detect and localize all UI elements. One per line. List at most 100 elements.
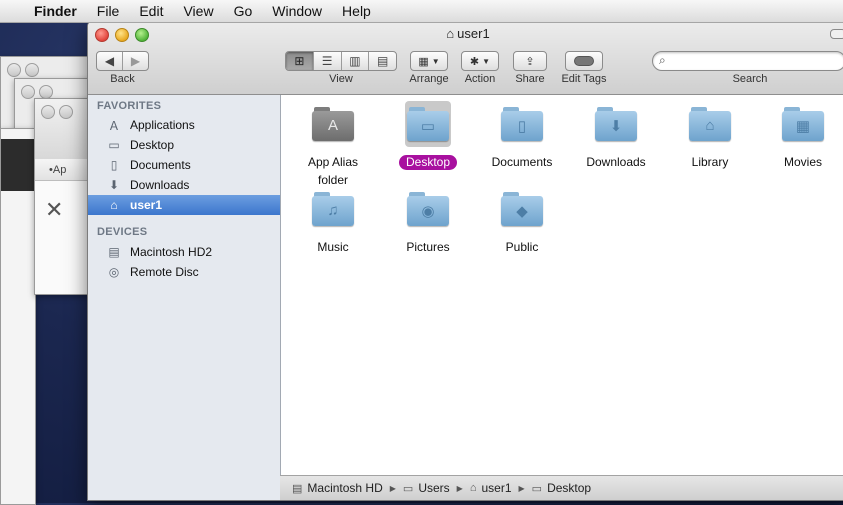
menu-file[interactable]: File — [87, 3, 130, 19]
library-folder-icon: ⌂ — [689, 107, 731, 141]
tag-icon — [574, 56, 594, 66]
sidebar-item-documents[interactable]: ▯ Documents — [88, 155, 280, 175]
folder-icon: ▭ — [531, 482, 543, 495]
sidebar-item-applications[interactable]: Ａ Applications — [88, 115, 280, 135]
file-item-app-alias-folder[interactable]: A App Alias folder — [288, 101, 378, 189]
file-item-documents[interactable]: ▯ Documents — [477, 101, 567, 171]
window-toolbar — [35, 99, 95, 160]
back-forward-control[interactable]: ◀ ▶ — [96, 51, 149, 71]
file-item-music[interactable]: ♫ Music — [288, 186, 378, 256]
back-label: Back — [110, 73, 135, 85]
pictures-folder-icon: ◉ — [407, 192, 449, 226]
downloads-folder-icon: ⬇ — [595, 107, 637, 141]
sidebar-item-desktop[interactable]: ▭ Desktop — [88, 135, 280, 155]
sidebar-item-remote-disc[interactable]: ◎ Remote Disc — [88, 262, 280, 282]
share-button[interactable]: ⇪ — [513, 51, 547, 71]
sidebar-item-user1[interactable]: ⌂ user1 — [88, 195, 280, 215]
search-label: Search — [732, 73, 768, 85]
menu-view[interactable]: View — [173, 3, 223, 19]
menu-window[interactable]: Window — [262, 3, 332, 19]
hard-drive-icon: ▤ — [108, 245, 120, 259]
path-segment-users[interactable]: ▭ Users — [403, 481, 450, 495]
finder-window: ⌂ user1 ◀ ▶ Back ⊞ ☰ ▥ ▤ View ▦ ▼ Arrange … — [87, 21, 843, 501]
menu-help[interactable]: Help — [332, 3, 381, 19]
menu-go[interactable]: Go — [224, 3, 263, 19]
disc-icon: ◎ — [108, 265, 120, 279]
window-minimize-icon[interactable] — [39, 85, 53, 99]
arrange-button[interactable]: ▦ ▼ — [410, 51, 448, 71]
devices-header: DEVICES — [97, 226, 148, 238]
column-view-icon[interactable]: ▥ — [342, 52, 370, 70]
sidebar-footer — [88, 472, 281, 500]
sidebar-item-downloads[interactable]: ⬇ Downloads — [88, 175, 280, 195]
cover-flow-icon[interactable]: ▤ — [369, 52, 396, 70]
movies-folder-icon: ▦ — [782, 107, 824, 141]
gear-icon: ✱ — [469, 55, 480, 68]
home-icon: ⌂ — [110, 198, 118, 212]
path-bar: ▤ Macintosh HD ▶ ▭ Users ▶ ⌂ user1 ▶ ▭ Deskt… — [280, 475, 843, 500]
arrange-grid-icon: ▦ — [418, 55, 429, 68]
file-item-movies[interactable]: ▦ Movies — [758, 101, 843, 171]
file-item-library[interactable]: ⌂ Library — [665, 101, 755, 171]
window-title: ⌂ user1 — [446, 26, 490, 41]
toolbar-toggle-button[interactable] — [830, 29, 843, 39]
hard-drive-icon: ▤ — [292, 482, 303, 495]
share-icon: ⇪ — [525, 55, 535, 68]
action-label: Action — [464, 73, 496, 85]
window-minimize-icon[interactable] — [25, 63, 39, 77]
documents-folder-icon: ▯ — [501, 107, 543, 141]
chevron-down-icon: ▼ — [482, 56, 491, 66]
documents-icon: ▯ — [110, 158, 118, 172]
public-folder-icon: ◆ — [501, 192, 543, 226]
tab-label[interactable]: •Ap — [35, 159, 95, 181]
path-separator-icon: ▶ — [518, 483, 525, 493]
file-item-public[interactable]: ◆ Public — [477, 186, 567, 256]
arrange-label: Arrange — [409, 73, 449, 85]
window-minimize-icon[interactable] — [59, 105, 73, 119]
share-label: Share — [515, 73, 545, 85]
edit-tags-button[interactable] — [565, 51, 603, 71]
window-close-icon[interactable] — [21, 85, 35, 99]
close-x-icon[interactable]: ✕ — [45, 197, 63, 223]
file-item-downloads[interactable]: ⬇ Downloads — [571, 101, 661, 171]
menu-bar: Finder File Edit View Go Window Help — [0, 0, 843, 23]
window-close-icon[interactable] — [7, 63, 21, 77]
path-segment-user1[interactable]: ⌂ user1 — [470, 481, 512, 495]
desktop-folder-icon: ▭ — [407, 107, 449, 141]
music-folder-icon: ♫ — [312, 192, 354, 226]
action-button[interactable]: ✱ ▼ — [461, 51, 499, 71]
forward-arrow-icon[interactable]: ▶ — [123, 52, 148, 70]
menu-finder[interactable]: Finder — [26, 3, 87, 19]
path-separator-icon: ▶ — [389, 483, 396, 493]
search-input[interactable] — [652, 51, 843, 71]
back-arrow-icon[interactable]: ◀ — [97, 52, 123, 70]
desktop-icon: ▭ — [108, 138, 120, 152]
view-label: View — [329, 73, 353, 85]
path-segment-macintosh-hd[interactable]: ▤ Macintosh HD — [292, 481, 383, 495]
app-alias-folder-icon: A — [312, 107, 354, 141]
applications-icon: Ａ — [107, 118, 120, 133]
path-separator-icon: ▶ — [456, 483, 463, 493]
window-close-icon[interactable] — [41, 105, 55, 119]
sidebar: FAVORITES Ａ Applications ▭ Desktop ▯ Docume… — [88, 95, 281, 472]
sidebar-item-macintosh-hd2[interactable]: ▤ Macintosh HD2 — [88, 242, 280, 262]
window-toolbar: ⌂ user1 ◀ ▶ Back ⊞ ☰ ▥ ▤ View ▦ ▼ Arrange … — [88, 22, 843, 95]
file-item-desktop[interactable]: ▭ Desktop — [383, 101, 473, 171]
view-control[interactable]: ⊞ ☰ ▥ ▤ — [285, 51, 397, 71]
home-icon: ⌂ — [469, 482, 477, 494]
path-segment-desktop[interactable]: ▭ Desktop — [532, 481, 591, 495]
file-item-pictures[interactable]: ◉ Pictures — [383, 186, 473, 256]
downloads-icon: ⬇ — [108, 178, 120, 192]
folder-icon: ▭ — [402, 482, 414, 495]
list-view-icon[interactable]: ☰ — [314, 52, 342, 70]
home-icon: ⌂ — [446, 26, 455, 41]
file-browser: A App Alias folder ▭ Desktop ▯ Documents… — [281, 95, 843, 472]
icon-view-icon[interactable]: ⊞ — [286, 52, 314, 70]
edit-tags-label: Edit Tags — [561, 73, 607, 85]
chevron-down-icon: ▼ — [431, 56, 440, 66]
search-icon: ⌕ — [659, 53, 666, 67]
dark-panel — [1, 139, 35, 191]
background-window-4[interactable] — [0, 128, 36, 505]
menu-edit[interactable]: Edit — [129, 3, 173, 19]
favorites-header: FAVORITES — [97, 100, 162, 112]
